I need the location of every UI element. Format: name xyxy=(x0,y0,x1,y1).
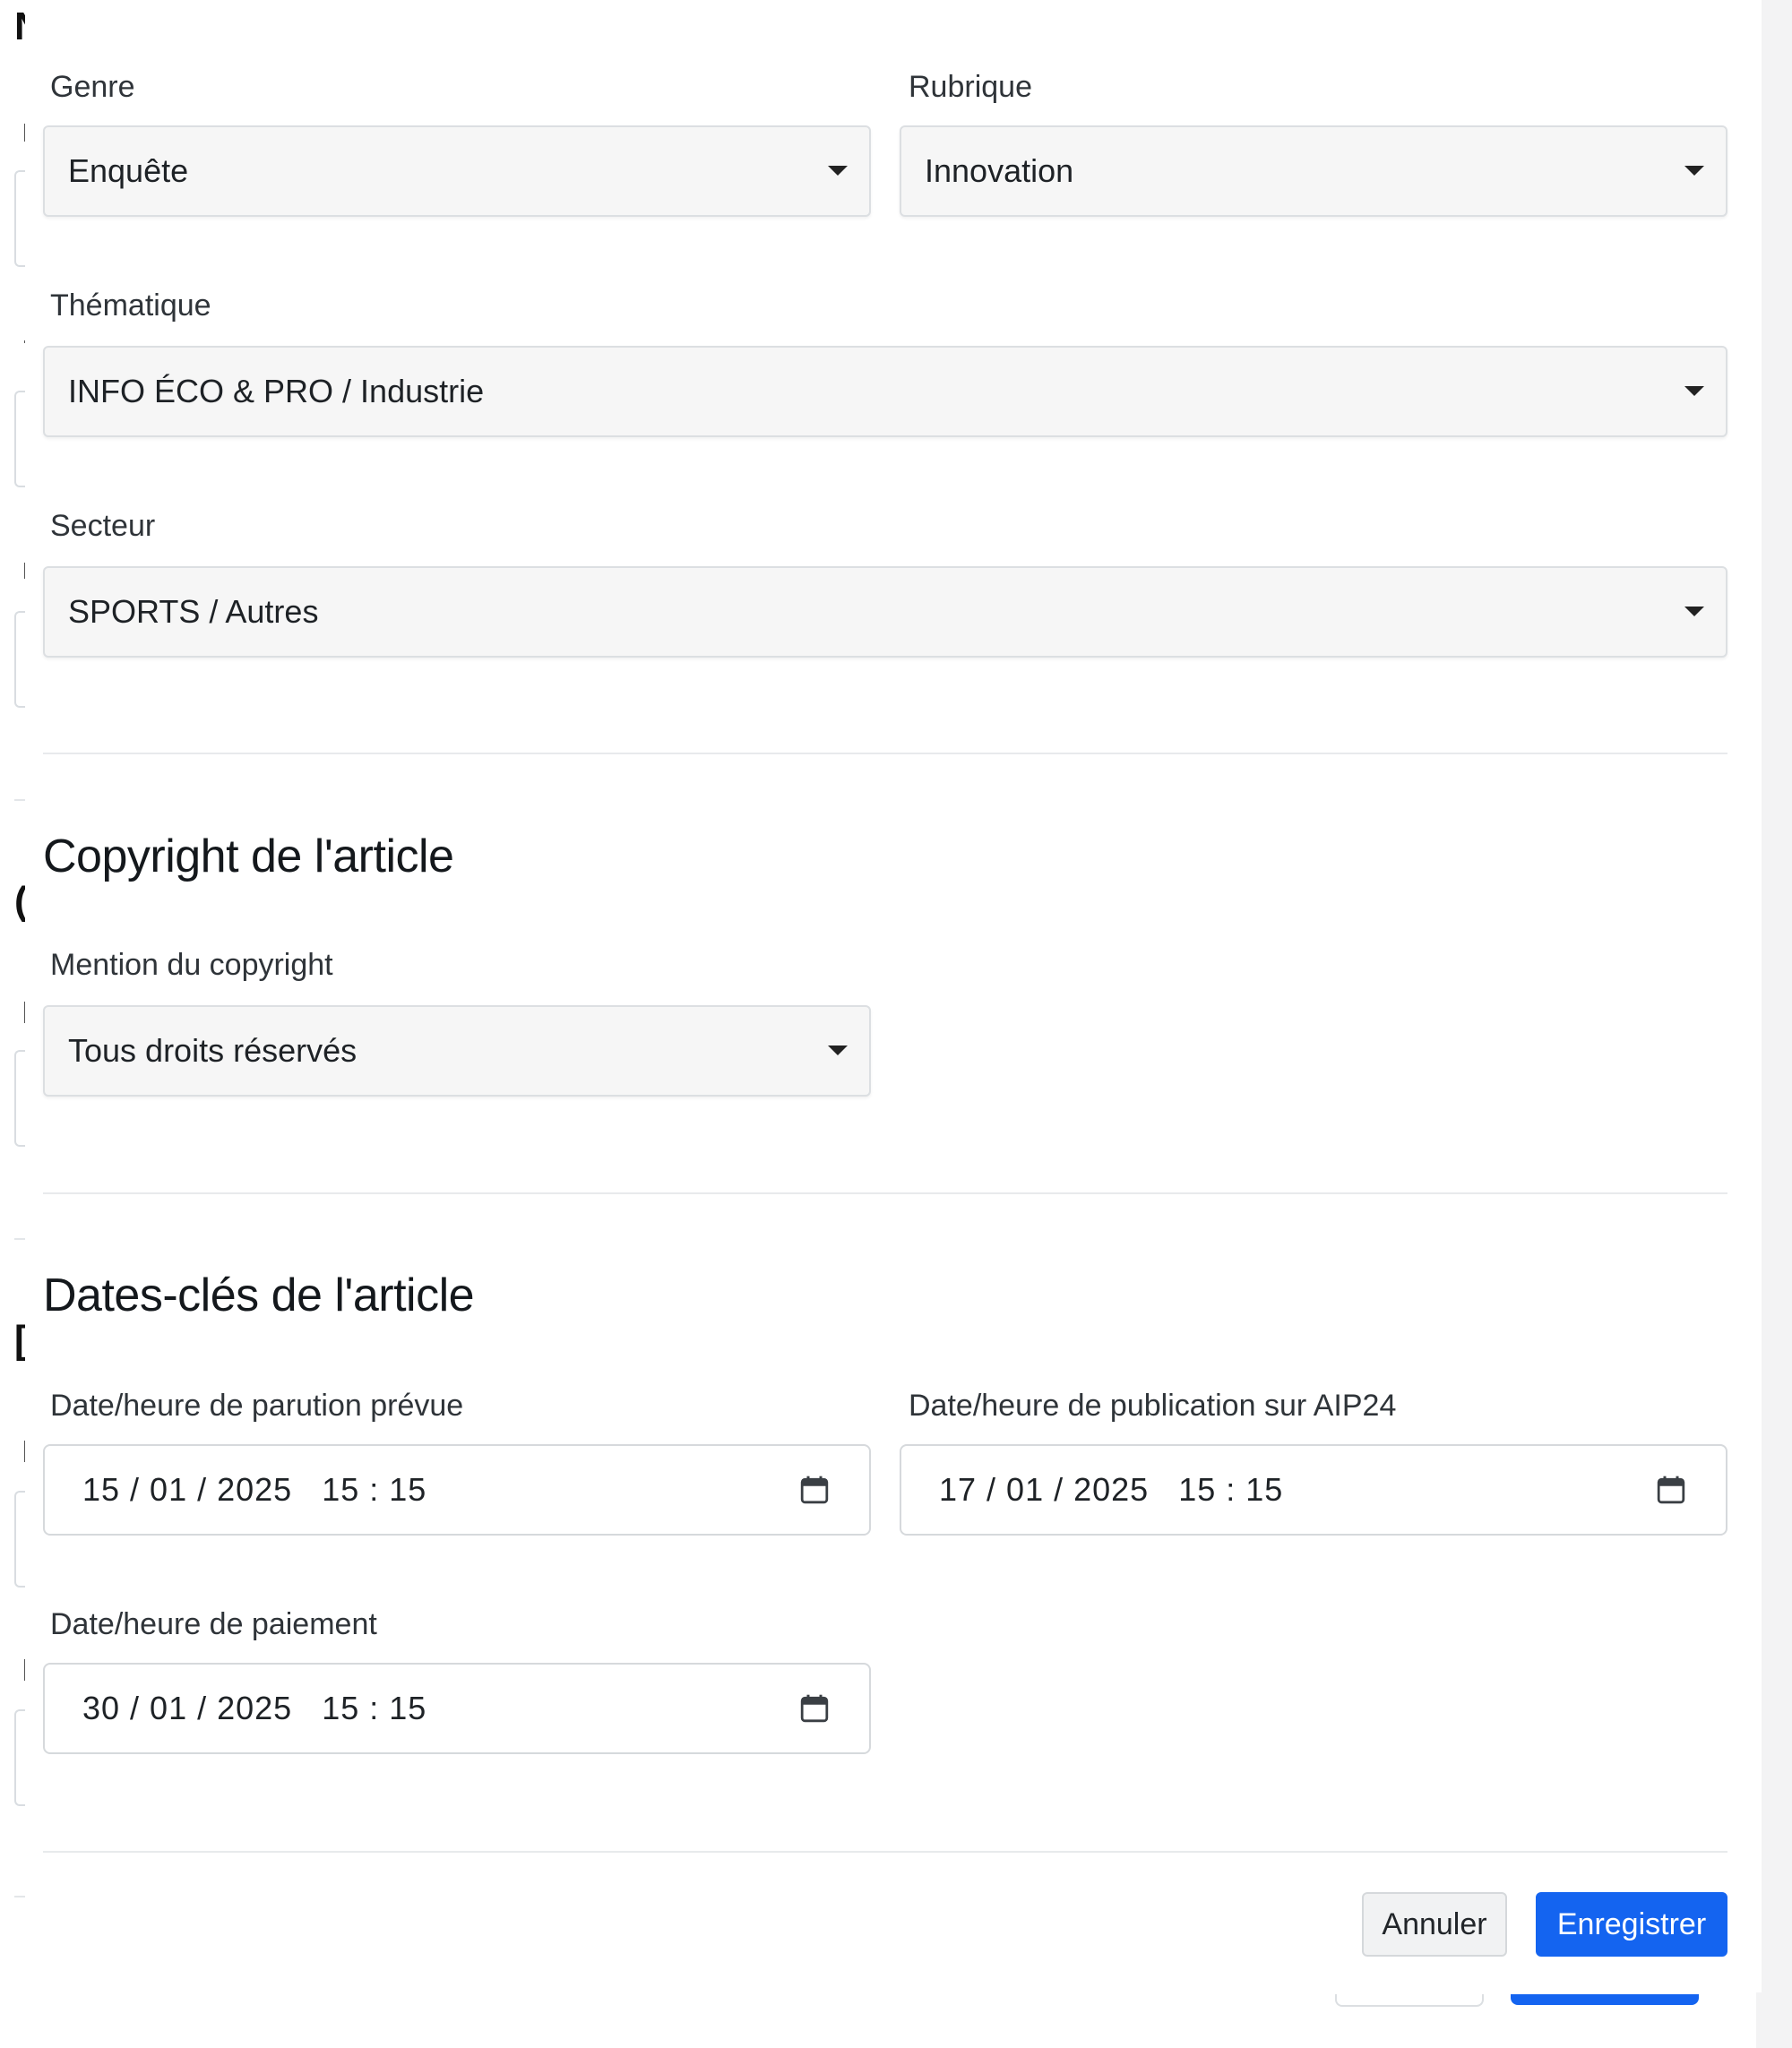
chevron-down-icon xyxy=(1684,607,1704,616)
publication-date-label: Date/heure de publication sur AIP24 xyxy=(909,1389,1397,1423)
section-divider xyxy=(43,753,1727,754)
thematique-label: Thématique xyxy=(50,288,211,323)
publication-datetime-input[interactable]: 17 / 01 / 2025 15 : 15 xyxy=(900,1444,1727,1536)
rubrique-select[interactable]: Innovation xyxy=(900,125,1727,217)
publication-datetime-value: 17 / 01 / 2025 15 : 15 xyxy=(939,1471,1284,1508)
secteur-select-value: SPORTS / Autres xyxy=(68,593,319,630)
rubrique-select-value: Innovation xyxy=(925,152,1074,189)
footer-divider xyxy=(43,1851,1727,1853)
cancel-button[interactable]: Annuler xyxy=(1362,1892,1507,1957)
background-cancel-button-fragment xyxy=(1335,1994,1484,2007)
thematique-select[interactable]: INFO ÉCO & PRO / Industrie xyxy=(43,346,1727,437)
section-divider xyxy=(43,1192,1727,1194)
genre-select[interactable]: Enquête xyxy=(43,125,871,217)
copyright-mention-label: Mention du copyright xyxy=(50,948,333,982)
dates-section-title: Dates-clés de l'article xyxy=(43,1269,475,1321)
article-settings-modal: Genre Enquête Rubrique Innovation Thémat… xyxy=(25,0,1762,1992)
calendar-icon[interactable] xyxy=(799,1475,830,1505)
paiement-date-label: Date/heure de paiement xyxy=(50,1607,377,1641)
background-save-button-fragment xyxy=(1511,1994,1699,2005)
rubrique-label: Rubrique xyxy=(909,70,1032,104)
paiement-datetime-value: 30 / 01 / 2025 15 : 15 xyxy=(82,1690,427,1726)
paiement-datetime-input[interactable]: 30 / 01 / 2025 15 : 15 xyxy=(43,1663,871,1754)
secteur-select[interactable]: SPORTS / Autres xyxy=(43,566,1727,658)
copyright-mention-select[interactable]: Tous droits réservés xyxy=(43,1005,871,1097)
calendar-icon[interactable] xyxy=(799,1693,830,1724)
parution-date-label: Date/heure de parution prévue xyxy=(50,1389,464,1423)
copyright-mention-select-value: Tous droits réservés xyxy=(68,1032,358,1069)
parution-datetime-input[interactable]: 15 / 01 / 2025 15 : 15 xyxy=(43,1444,871,1536)
calendar-icon[interactable] xyxy=(1656,1475,1686,1505)
thematique-select-value: INFO ÉCO & PRO / Industrie xyxy=(68,373,485,409)
chevron-down-icon xyxy=(1684,386,1704,396)
parution-datetime-value: 15 / 01 / 2025 15 : 15 xyxy=(82,1471,427,1508)
genre-select-value: Enquête xyxy=(68,152,189,189)
chevron-down-icon xyxy=(1684,166,1704,176)
save-button[interactable]: Enregistrer xyxy=(1536,1892,1727,1957)
copyright-section-title: Copyright de l'article xyxy=(43,830,454,882)
genre-label: Genre xyxy=(50,70,135,104)
chevron-down-icon xyxy=(828,1046,848,1055)
chevron-down-icon xyxy=(828,166,848,176)
secteur-label: Secteur xyxy=(50,509,156,543)
